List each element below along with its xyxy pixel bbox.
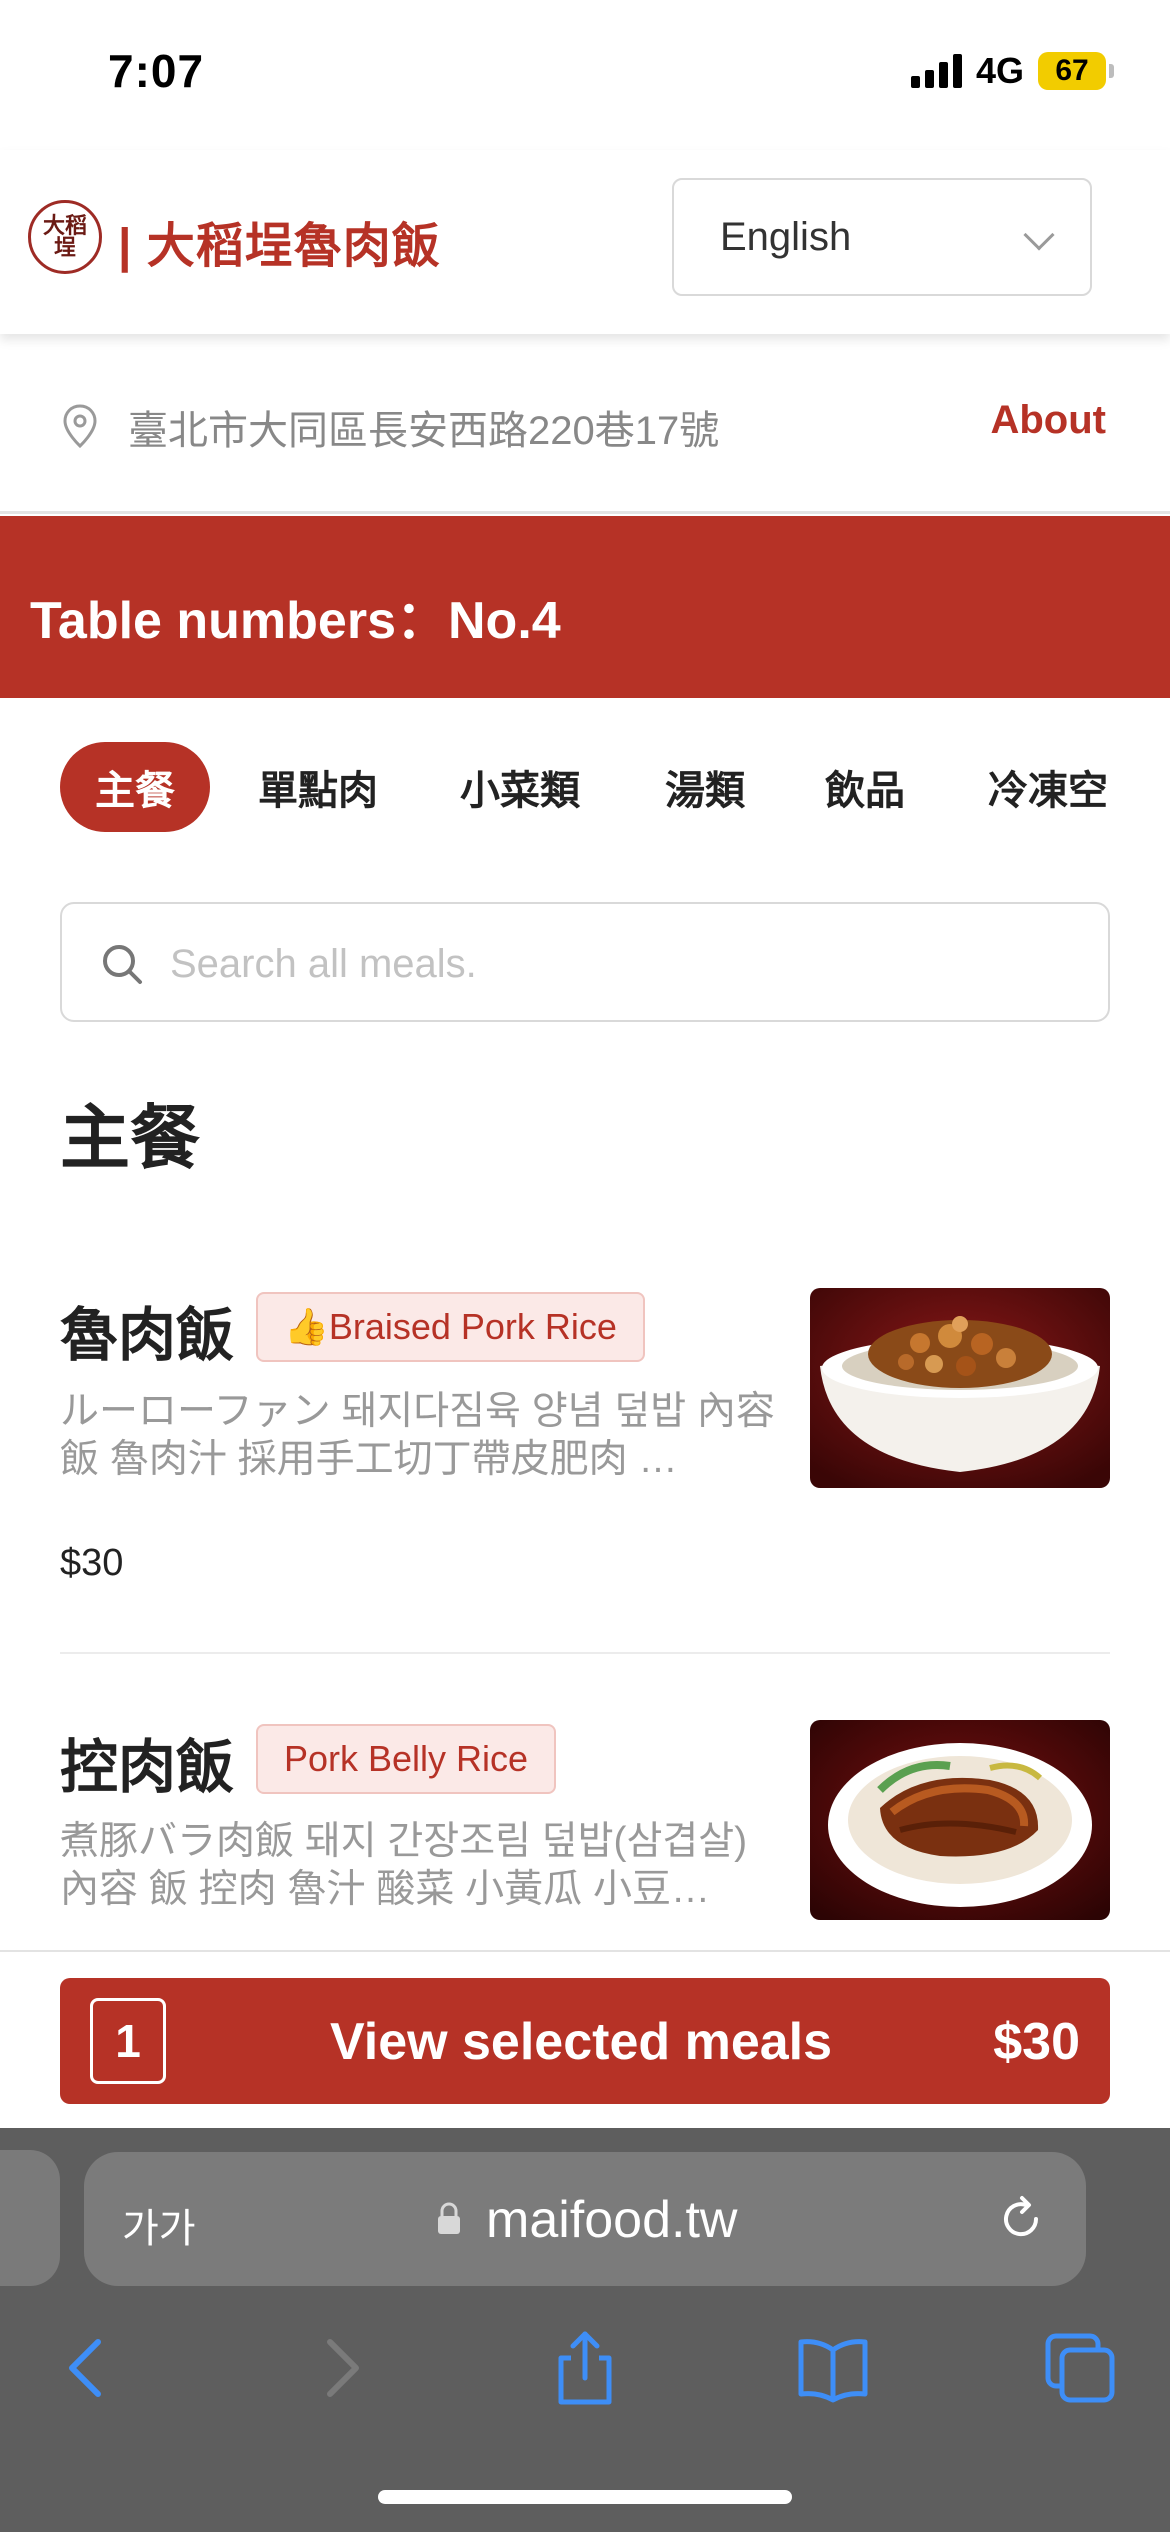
- meal-tag: Pork Belly Rice: [256, 1724, 557, 1794]
- site-header: 大稻埕 | 大稻埕魯肉飯 English: [0, 150, 1170, 334]
- cart-bar: 1 View selected meals $30: [0, 1950, 1170, 2130]
- tab-side-dishes[interactable]: 小菜類: [440, 742, 600, 832]
- previous-tab-preview[interactable]: [0, 2150, 60, 2286]
- restaurant-name: | 大稻埕魯肉飯: [118, 220, 441, 273]
- restaurant-logo[interactable]: 大稻埕: [28, 200, 102, 274]
- meal-photo: [810, 1288, 1110, 1488]
- share-icon[interactable]: [545, 2328, 625, 2408]
- category-tabs: 主餐 單點肉 小菜類 湯類 飲品 冷凍空: [0, 742, 1170, 832]
- table-number: Table numbers：No.4: [30, 592, 561, 650]
- restaurant-address: 臺北市大同區長安西路220巷17號: [128, 409, 720, 453]
- lock-icon: [438, 2202, 460, 2234]
- tabs-icon[interactable]: [1040, 2328, 1120, 2408]
- view-selected-meals-button[interactable]: 1 View selected meals $30: [60, 1978, 1110, 2104]
- search-input[interactable]: [170, 934, 1070, 994]
- back-icon[interactable]: [48, 2328, 128, 2408]
- meal-item[interactable]: 魯肉飯 👍Braised Pork Rice ルーローファン 돼지다짐육 양념 …: [60, 1288, 1110, 1588]
- chevron-down-icon: [1023, 219, 1055, 251]
- divider: [60, 1652, 1110, 1654]
- battery-icon: 67: [1038, 52, 1114, 90]
- tab-main-meals[interactable]: 主餐: [60, 742, 210, 832]
- bookmarks-icon[interactable]: [793, 2328, 873, 2408]
- address-row: 臺北市大同區長安西路220巷17號 About: [0, 334, 1170, 514]
- address-bar[interactable]: 가가 maifood.tw: [84, 2152, 1086, 2286]
- page-settings-button[interactable]: 가가: [122, 2196, 196, 2254]
- search-icon: [103, 945, 142, 984]
- meal-item[interactable]: 控肉飯 Pork Belly Rice 煮豚バラ肉飯 돼지 간장조림 덮밥(삼겹…: [60, 1720, 1110, 1950]
- tab-frozen[interactable]: 冷凍空: [968, 742, 1128, 832]
- meal-tag: 👍Braised Pork Rice: [256, 1292, 645, 1362]
- meal-name: 魯肉飯: [60, 1303, 235, 1368]
- forward-icon[interactable]: [300, 2328, 380, 2408]
- reload-icon[interactable]: [996, 2194, 1046, 2244]
- location-pin-icon: [63, 404, 97, 448]
- about-link[interactable]: About: [990, 398, 1106, 443]
- tab-drinks[interactable]: 飲品: [800, 742, 930, 832]
- meal-name: 控肉飯: [60, 1735, 235, 1800]
- tab-soups[interactable]: 湯類: [640, 742, 770, 832]
- status-indicators: 4G 67: [910, 50, 1114, 92]
- battery-level: 67: [1038, 52, 1106, 90]
- network-type: 4G: [975, 50, 1024, 91]
- table-number-banner: Table numbers：No.4: [0, 516, 1170, 698]
- home-indicator[interactable]: [378, 2490, 792, 2504]
- status-bar: 7:07 4G 67: [0, 0, 1170, 150]
- view-selected-label: View selected meals: [330, 2013, 833, 2071]
- meal-photo: [810, 1720, 1110, 1920]
- meal-price: $30: [60, 1542, 124, 1584]
- search-box: [60, 902, 1110, 1022]
- meal-description: 煮豚バラ肉飯 돼지 간장조림 덮밥(삼겹살) 內容 飯 控肉 魯汁 酸菜 小黃瓜…: [60, 1820, 748, 1911]
- status-time: 7:07: [108, 45, 205, 97]
- tab-single-meat[interactable]: 單點肉: [238, 742, 398, 832]
- browser-toolbar: 가가 maifood.tw: [0, 2128, 1170, 2532]
- logo-text: 大稻埕: [42, 213, 87, 261]
- meal-description: ルーローファン 돼지다짐육 양념 덮밥 內容 飯 魯肉汁 採用手工切丁帶皮肥肉 …: [60, 1390, 775, 1481]
- cart-count: 1: [90, 1998, 166, 2084]
- language-select[interactable]: English: [672, 178, 1092, 296]
- section-title: 主餐: [60, 1099, 200, 1177]
- signal-icon: [910, 54, 962, 88]
- url-text: maifood.tw: [486, 2191, 738, 2249]
- language-value: English: [720, 214, 852, 259]
- cart-total: $30: [993, 2013, 1080, 2071]
